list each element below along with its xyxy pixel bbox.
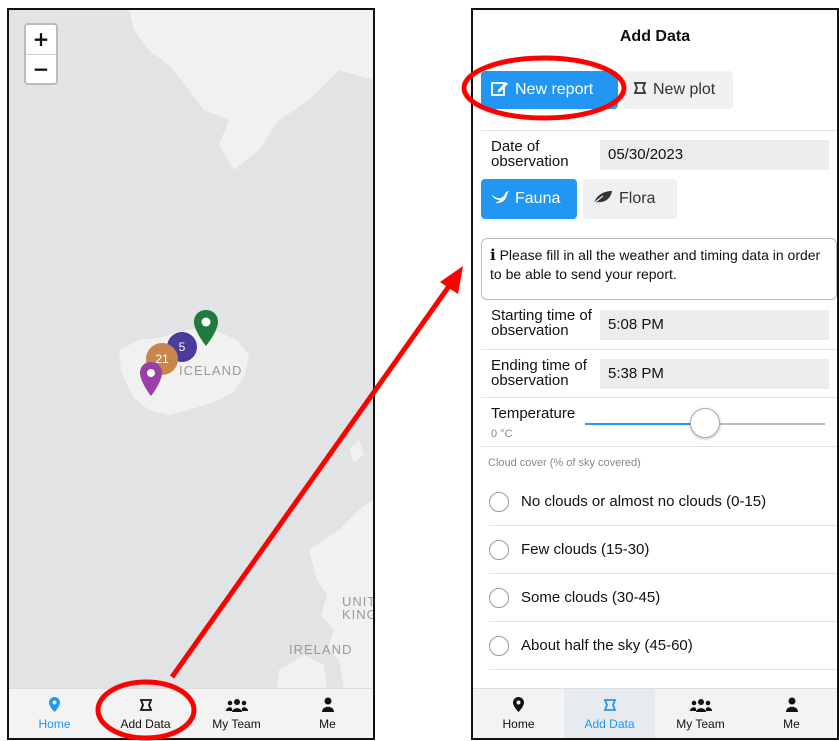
location-pin-icon bbox=[513, 697, 524, 713]
option-label: No clouds or almost no clouds (0-15) bbox=[521, 493, 767, 510]
new-plot-label: New plot bbox=[653, 81, 716, 98]
leaf-icon bbox=[593, 190, 613, 209]
bottom-tab-bar: Home Add Data My Team Me bbox=[473, 688, 837, 738]
map-view[interactable]: + − ICELAND UNIT KINGD IRELAND 5 21 bbox=[9, 10, 373, 690]
bird-icon bbox=[491, 190, 509, 209]
new-plot-button[interactable]: New plot bbox=[623, 71, 733, 109]
zoom-in-button[interactable]: + bbox=[26, 25, 56, 54]
option-label: Some clouds (30-45) bbox=[521, 589, 661, 606]
new-report-button[interactable]: New report bbox=[481, 71, 618, 109]
tab-label: Home bbox=[38, 716, 71, 731]
user-icon bbox=[321, 697, 334, 713]
cloud-option[interactable]: Few clouds (15-30) bbox=[489, 526, 837, 574]
tab-me[interactable]: Me bbox=[282, 689, 373, 738]
date-label: Date of observation bbox=[491, 138, 569, 170]
date-field[interactable]: 05/30/2023 bbox=[600, 140, 829, 170]
tab-home[interactable]: Home bbox=[9, 689, 100, 738]
tab-label: Add Data bbox=[120, 716, 171, 731]
tab-my-team[interactable]: My Team bbox=[191, 689, 282, 738]
team-icon bbox=[225, 697, 248, 713]
plot-square-icon bbox=[633, 81, 647, 100]
tab-add-data[interactable]: Add Data bbox=[564, 689, 655, 738]
map-label-ireland: IRELAND bbox=[289, 642, 353, 657]
start-time-field[interactable]: 5:08 PM bbox=[600, 310, 829, 340]
divider bbox=[481, 130, 837, 131]
slider-thumb[interactable] bbox=[690, 408, 720, 438]
flora-button[interactable]: Flora bbox=[583, 179, 677, 219]
radio-button[interactable] bbox=[489, 635, 509, 656]
divider bbox=[481, 397, 837, 398]
flora-label: Flora bbox=[619, 190, 656, 207]
map-label-uk: UNIT KINGD bbox=[342, 594, 373, 622]
map-label-iceland: ICELAND bbox=[179, 363, 243, 378]
tab-label: Home bbox=[502, 716, 535, 731]
zoom-control: + − bbox=[24, 23, 58, 85]
green-location-pin-icon[interactable] bbox=[194, 310, 218, 346]
team-icon bbox=[689, 697, 712, 713]
fauna-button[interactable]: Fauna bbox=[481, 179, 577, 219]
bottom-tab-bar: Home Add Data My Team Me bbox=[9, 688, 373, 738]
option-label: Few clouds (15-30) bbox=[521, 541, 650, 558]
tab-label: My Team bbox=[676, 716, 725, 731]
tab-add-data[interactable]: Add Data bbox=[100, 689, 191, 738]
cloud-option[interactable]: No clouds or almost no clouds (0-15) bbox=[489, 478, 837, 526]
slider-fill bbox=[585, 423, 705, 425]
zoom-out-button[interactable]: − bbox=[26, 54, 56, 83]
radio-button[interactable] bbox=[489, 539, 509, 560]
tab-label: My Team bbox=[212, 716, 261, 731]
cloud-option[interactable]: Some clouds (30-45) bbox=[489, 574, 837, 622]
page-title: Add Data bbox=[619, 28, 691, 45]
add-data-screen: Add Data New report New plot Date of obs… bbox=[471, 8, 839, 740]
annotation-arrowhead bbox=[440, 266, 463, 294]
edit-icon bbox=[491, 80, 509, 101]
notice-text: Please fill in all the weather and timin… bbox=[490, 247, 821, 282]
tab-label: Add Data bbox=[584, 716, 635, 731]
new-report-label: New report bbox=[515, 81, 594, 98]
start-time-label: Starting time of observation bbox=[491, 307, 592, 339]
divider bbox=[481, 446, 837, 447]
location-pin-icon bbox=[49, 697, 60, 713]
temperature-slider[interactable] bbox=[585, 408, 825, 438]
radio-button[interactable] bbox=[489, 587, 509, 608]
temperature-label: Temperature bbox=[491, 405, 576, 422]
tab-home[interactable]: Home bbox=[473, 689, 564, 738]
info-notice: i Please fill in all the weather and tim… bbox=[481, 238, 837, 300]
option-label: About half the sky (45-60) bbox=[521, 637, 693, 654]
cloud-cover-label: Cloud cover (% of sky covered) bbox=[488, 457, 641, 469]
plot-square-icon bbox=[139, 697, 153, 713]
tab-me[interactable]: Me bbox=[746, 689, 837, 738]
end-time-label: Ending time of observation bbox=[491, 357, 587, 389]
fauna-label: Fauna bbox=[515, 190, 561, 207]
purple-location-pin-icon[interactable] bbox=[140, 362, 162, 396]
temperature-value: 0 °C bbox=[491, 428, 513, 440]
cloud-option[interactable]: About half the sky (45-60) bbox=[489, 622, 837, 670]
info-icon: i bbox=[490, 246, 496, 264]
radio-button[interactable] bbox=[489, 491, 509, 512]
tab-label: Me bbox=[783, 716, 800, 731]
map-screen: + − ICELAND UNIT KINGD IRELAND 5 21 Home bbox=[7, 8, 375, 740]
divider bbox=[481, 349, 837, 350]
tab-label: Me bbox=[319, 716, 336, 731]
user-icon bbox=[785, 697, 798, 713]
tab-my-team[interactable]: My Team bbox=[655, 689, 746, 738]
plot-square-icon bbox=[603, 697, 617, 713]
end-time-field[interactable]: 5:38 PM bbox=[600, 359, 829, 389]
